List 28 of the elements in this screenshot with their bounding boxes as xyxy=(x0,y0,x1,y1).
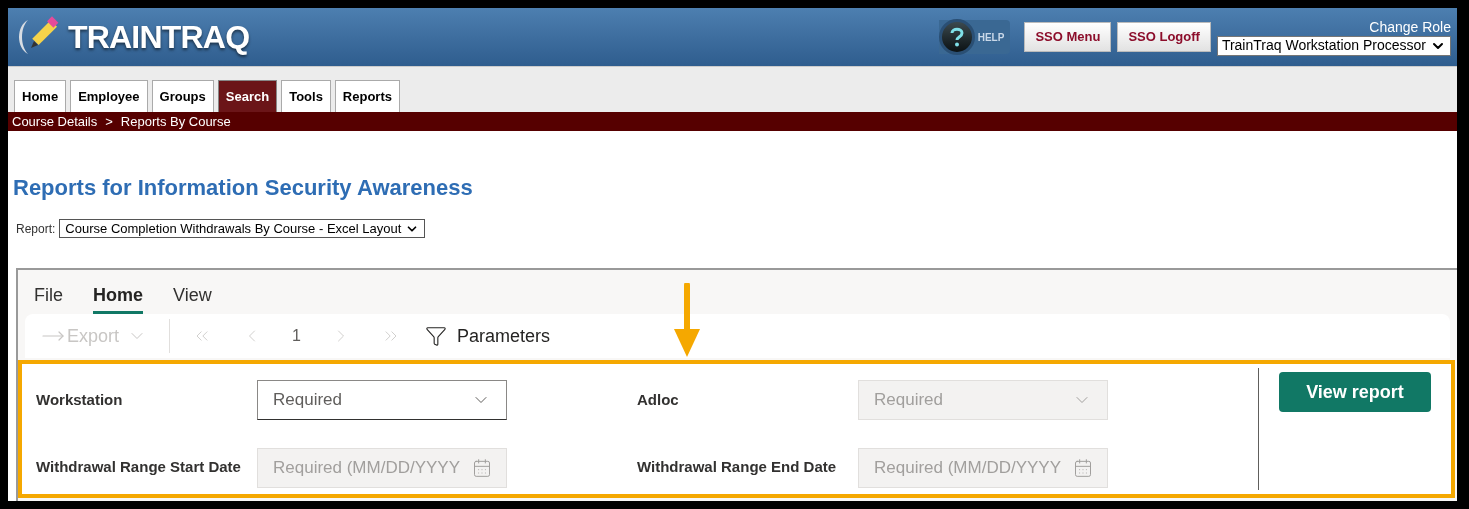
nav-tab[interactable]: Groups xyxy=(151,80,214,112)
parameter-label: Adloc xyxy=(637,389,680,410)
breadcrumb-separator: > xyxy=(105,112,113,131)
role-select[interactable]: TrainTraq Workstation Processor xyxy=(1216,35,1451,56)
nav-tab[interactable]: Search xyxy=(217,80,278,112)
nav-tab[interactable]: Tools xyxy=(281,80,331,112)
nav-tab[interactable]: Employee xyxy=(70,80,148,112)
help-button[interactable]: HELP xyxy=(938,20,1011,54)
parameter-label: Withdrawal Range Start Date xyxy=(36,457,242,478)
page-title: Reports for Information Security Awareness xyxy=(13,174,474,202)
sso-button[interactable]: SSO Logoff xyxy=(1117,22,1211,52)
parameter-label: Workstation xyxy=(36,389,124,410)
nav-tab[interactable]: Reports xyxy=(334,80,400,112)
page-number: 1 xyxy=(292,326,301,346)
dropdown-field[interactable]: Required xyxy=(257,380,507,420)
report-select[interactable]: Course Completion Withdrawals By Course - Excel Layout xyxy=(59,219,426,238)
parameters-button[interactable]: Parameters xyxy=(424,322,550,350)
nav-tab[interactable]: Home xyxy=(14,80,67,112)
sso-button[interactable]: SSO Menu xyxy=(1024,22,1112,52)
ribbon-tab[interactable]: File xyxy=(34,282,63,314)
breadcrumb-link[interactable]: Course Details xyxy=(12,111,98,132)
view-report-button[interactable]: View report xyxy=(1279,372,1431,412)
change-role-label: Change Role xyxy=(1369,18,1451,35)
report-label: Report: xyxy=(16,220,56,238)
ribbon-tab[interactable]: View xyxy=(173,282,212,314)
logo-text: TRAINTRAQ xyxy=(68,18,250,57)
breadcrumb-link[interactable]: Reports By Course xyxy=(120,111,231,132)
parameter-label: Withdrawal Range End Date xyxy=(637,457,838,478)
